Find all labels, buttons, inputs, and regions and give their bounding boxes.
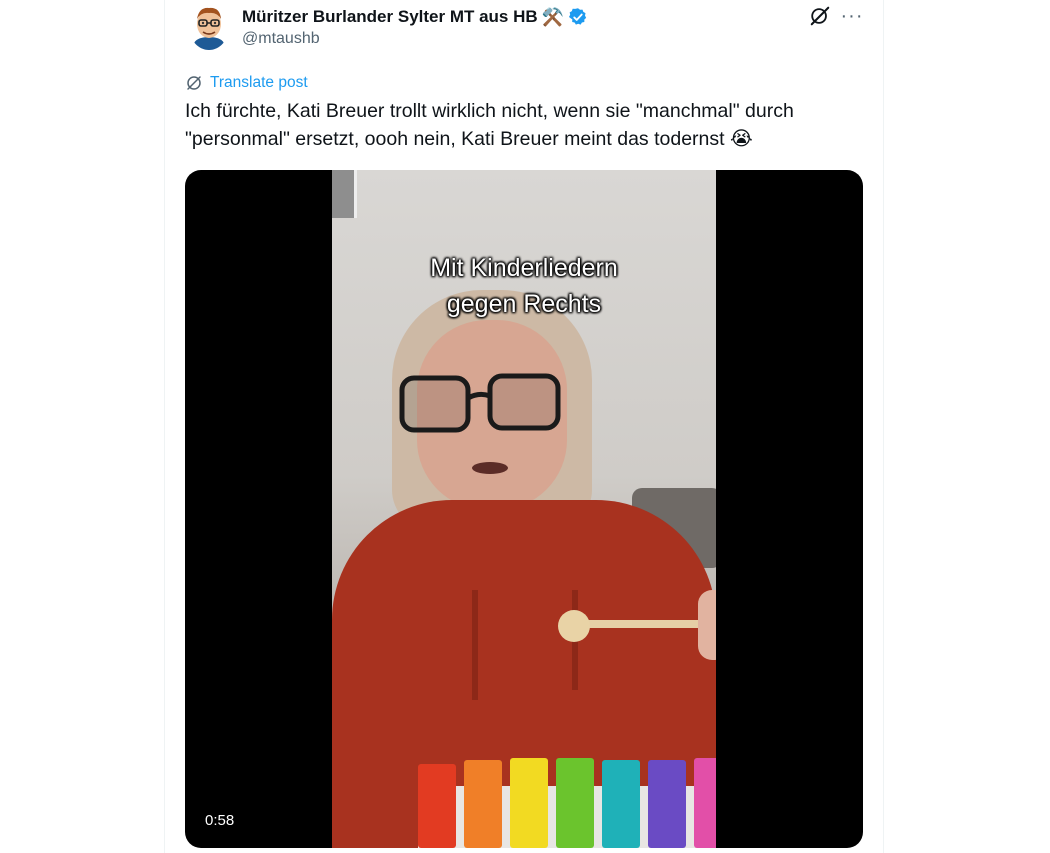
video-player[interactable]: Mit Kinderliedern gegen Rechts 0:58	[185, 170, 863, 848]
author-name-row[interactable]: Müritzer Burlander Sylter MT aus HB ⚒️	[242, 6, 588, 28]
video-caption-line2: gegen Rechts	[446, 290, 602, 318]
video-caption: Mit Kinderliedern gegen Rechts	[332, 250, 716, 322]
person-mouth	[472, 462, 508, 474]
mallet-stick	[582, 620, 712, 628]
translate-post-link[interactable]: Translate post	[185, 72, 308, 94]
translate-icon	[187, 76, 201, 90]
avatar[interactable]	[189, 4, 229, 50]
author-handle[interactable]: @mtaushb	[242, 30, 320, 48]
glasses	[399, 373, 561, 433]
xylophone	[418, 758, 716, 848]
post-text: Ich fürchte, Kati Breuer trollt wirklich…	[185, 100, 794, 150]
mallet-head	[558, 610, 590, 642]
more-button[interactable]: ···	[838, 2, 866, 30]
grok-icon	[810, 6, 830, 26]
window-frame	[332, 170, 357, 218]
video-caption-line1: Mit Kinderliedern	[430, 254, 618, 282]
more-icon: ···	[840, 4, 864, 27]
hood-string-left	[472, 590, 478, 700]
translate-label[interactable]: Translate post	[210, 74, 308, 92]
verified-badge-icon	[569, 8, 587, 25]
video-frame: Mit Kinderliedern gegen Rechts	[332, 170, 716, 848]
author-name[interactable]: Müritzer Burlander Sylter MT aus HB	[242, 7, 538, 27]
grok-button[interactable]	[806, 2, 834, 30]
name-emoji: ⚒️	[541, 6, 565, 27]
video-duration: 0:58	[205, 812, 235, 829]
person-hand	[698, 590, 716, 660]
